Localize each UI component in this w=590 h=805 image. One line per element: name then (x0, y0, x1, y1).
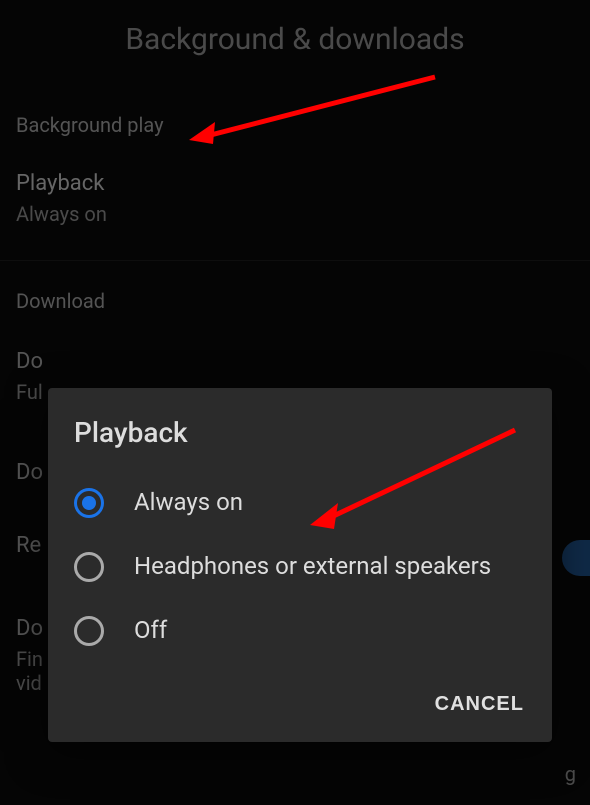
cancel-button[interactable]: CANCEL (415, 683, 544, 726)
radio-option-always-on[interactable]: Always on (48, 471, 552, 535)
radio-label: Off (134, 615, 167, 646)
radio-label: Always on (134, 487, 243, 518)
radio-label: Headphones or external speakers (134, 551, 491, 582)
dialog-actions: CANCEL (48, 663, 552, 736)
playback-dialog: Playback Always on Headphones or externa… (48, 388, 552, 742)
radio-option-headphones[interactable]: Headphones or external speakers (48, 535, 552, 599)
radio-option-off[interactable]: Off (48, 599, 552, 663)
radio-icon (74, 552, 104, 582)
radio-icon (74, 488, 104, 518)
dialog-title: Playback (48, 388, 552, 471)
radio-icon (74, 616, 104, 646)
